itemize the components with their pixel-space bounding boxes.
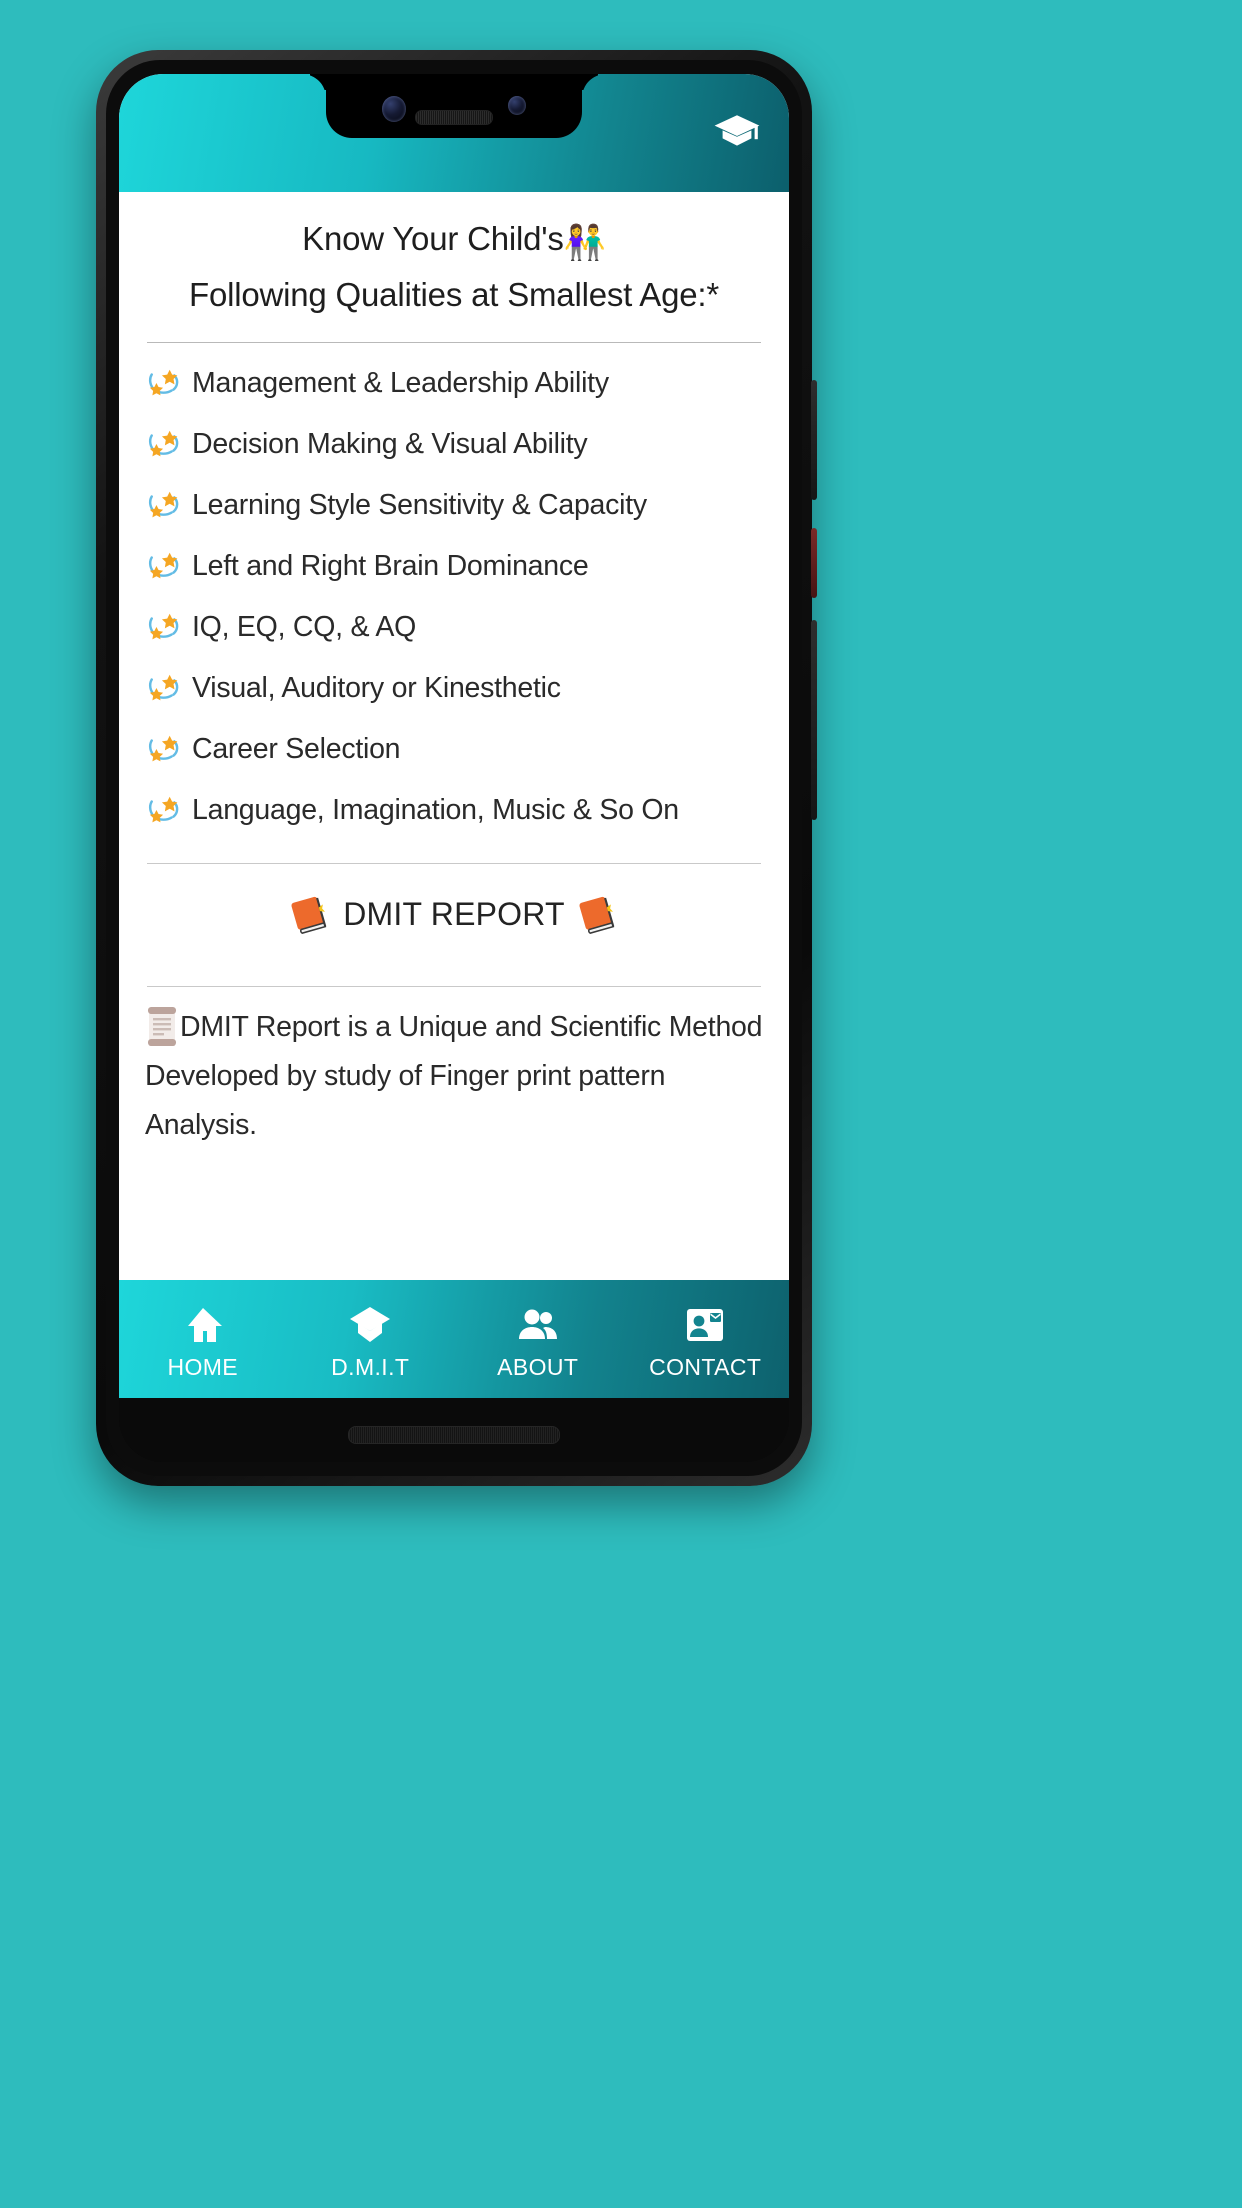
report-section-title: DMIT REPORT [145,864,763,964]
front-camera-icon [382,96,406,122]
app-viewport: Know Your Child's👫 Following Qualities a… [119,74,789,1398]
phone-screen: Know Your Child's👫 Following Qualities a… [119,74,789,1462]
list-item-label: Career Selection [192,732,401,765]
closed-book-icon [291,896,327,934]
qualities-list: Management & Leadership Ability Decision… [145,343,763,841]
list-item[interactable]: Learning Style Sensitivity & Capacity [145,475,763,536]
volume-button[interactable] [811,380,817,500]
list-item[interactable]: Language, Imagination, Music & So On [145,780,763,841]
page-title-line1: Know Your Child's👫 [145,214,763,270]
dizzy-stars-icon [145,549,183,583]
list-item-label: Language, Imagination, Music & So On [192,793,679,826]
dizzy-stars-icon [145,488,183,522]
scroll-icon [148,1006,176,1046]
dizzy-stars-icon [145,366,183,400]
nav-item-contact[interactable]: CONTACT [622,1280,790,1398]
list-item[interactable]: Management & Leadership Ability [145,353,763,414]
nav-item-dmit[interactable]: D.M.I.T [287,1280,455,1398]
list-item-label: Left and Right Brain Dominance [192,549,589,582]
dizzy-stars-icon [145,427,183,461]
report-description-line1: DMIT Report is a Unique and Scientific M… [180,1010,763,1043]
home-icon [187,1307,222,1342]
family-couple-emoji: 👫 [563,224,606,262]
dizzy-stars-icon [145,610,183,644]
dizzy-stars-icon [145,671,183,705]
dizzy-stars-icon [145,732,183,766]
list-item[interactable]: IQ, EQ, CQ, & AQ [145,597,763,658]
phone-frame: Know Your Child's👫 Following Qualities a… [96,50,817,1486]
list-item-label: Decision Making & Visual Ability [192,427,588,460]
side-button-secondary[interactable] [811,620,817,820]
dizzy-stars-icon [145,793,183,827]
nav-label: D.M.I.T [331,1353,410,1380]
nav-label: HOME [167,1353,239,1380]
nav-label: ABOUT [497,1353,579,1380]
bottom-navigation: HOME D.M.I.T ABOUT CONTACT [119,1280,789,1398]
list-item[interactable]: Left and Right Brain Dominance [145,536,763,597]
nav-item-home[interactable]: HOME [119,1280,287,1398]
graduation-cap-icon [350,1306,391,1342]
people-icon [518,1309,557,1339]
page-title: Know Your Child's👫 Following Qualities a… [145,192,763,320]
closed-book-icon [579,896,615,934]
list-item[interactable]: Decision Making & Visual Ability [145,414,763,475]
report-title-text: DMIT REPORT [343,896,565,933]
list-item[interactable]: Career Selection [145,719,763,780]
list-item[interactable]: Visual, Auditory or Kinesthetic [145,658,763,719]
phone-bezel: Know Your Child's👫 Following Qualities a… [106,60,802,1476]
contact-card-icon [687,1308,724,1341]
list-item-label: Visual, Auditory or Kinesthetic [192,671,561,704]
phone-chin [119,1398,789,1462]
secondary-camera-icon [508,96,526,115]
page-title-line2: Following Qualities at Smallest Age:* [188,275,720,313]
home-indicator[interactable] [348,1426,560,1444]
list-item-label: IQ, EQ, CQ, & AQ [192,610,417,643]
page-title-line1-text: Know Your Child's [302,220,564,257]
scroll-content[interactable]: Know Your Child's👫 Following Qualities a… [119,192,789,1398]
graduation-cap-icon[interactable] [711,112,763,152]
display-notch [326,74,582,138]
nav-label: CONTACT [649,1353,762,1380]
list-item-label: Management & Leadership Ability [192,366,609,399]
report-description: DMIT Report is a Unique and Scientific M… [145,987,763,1150]
screen-root: Know Your Child's👫 Following Qualities a… [0,0,1242,2208]
power-button[interactable] [811,528,817,598]
earpiece-speaker [415,110,493,125]
report-description-line2: Developed by study of Finger print patte… [145,1059,666,1141]
nav-item-about[interactable]: ABOUT [454,1280,622,1398]
list-item-label: Learning Style Sensitivity & Capacity [192,488,647,521]
